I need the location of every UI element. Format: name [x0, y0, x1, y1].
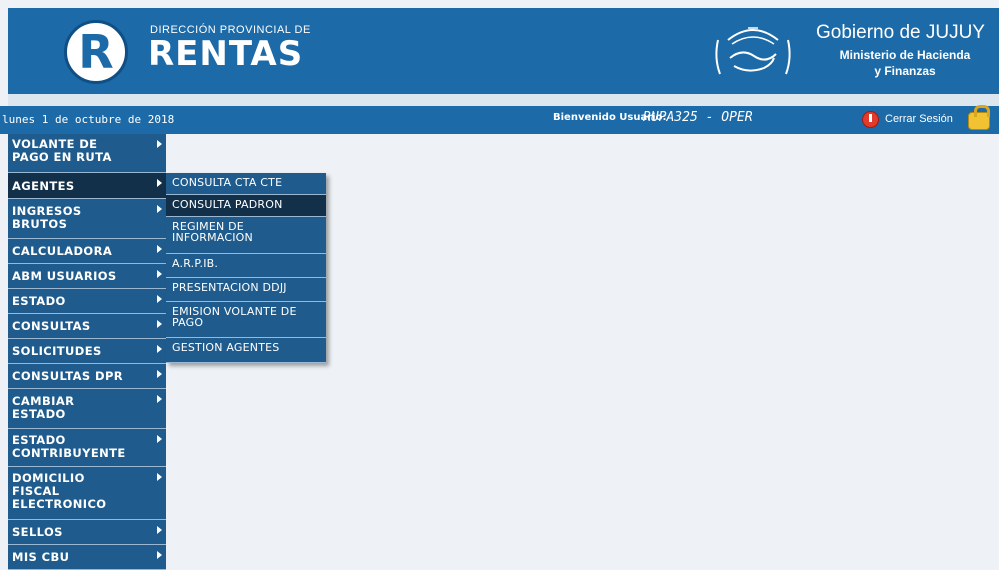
sidebar-item-sellos[interactable]: SELLOS — [8, 520, 166, 545]
power-off-icon[interactable] — [862, 111, 879, 128]
sidebar-item-label: CALCULADORA — [12, 244, 113, 258]
sidebar-item-label: ABM USUARIOS — [12, 269, 117, 283]
sidebar-item-label: CONSULTAS — [12, 319, 91, 333]
rentas-logo-letter: R — [78, 25, 114, 79]
chevron-right-icon — [157, 345, 162, 353]
sidebar-item-estado[interactable]: ESTADO — [8, 289, 166, 314]
sidebar-item-estado-contribuyente[interactable]: ESTADO CONTRIBUYENTE — [8, 429, 166, 467]
status-bar: lunes 1 de octubre de 2018 Bienvenido Us… — [0, 105, 999, 134]
sidebar-item-solicitudes[interactable]: SOLICITUDES — [8, 339, 166, 364]
chevron-right-icon — [157, 370, 162, 378]
chevron-right-icon — [157, 245, 162, 253]
logout-link[interactable]: Cerrar Sesión — [885, 113, 953, 125]
sidebar-item-domicilio-fiscal-electronico[interactable]: DOMICILIO FISCAL ELECTRONICO — [8, 467, 166, 520]
sidebar-item-label: CONSULTAS DPR — [12, 369, 124, 383]
sidebar-item-ingresos-brutos[interactable]: INGRESOS BRUTOS — [8, 199, 166, 239]
sidebar-item-label: SOLICITUDES — [12, 344, 102, 358]
sidebar-item-label: VOLANTE DE PAGO EN RUTA — [12, 137, 112, 164]
sidebar-item-abm-usuarios[interactable]: ABM USUARIOS — [8, 264, 166, 289]
submenu-item-presentacion-ddjj[interactable]: PRESENTACION DDJJ — [166, 278, 326, 302]
ministry-line-1: Ministerio de Hacienda — [839, 48, 971, 62]
chevron-right-icon — [157, 205, 162, 213]
submenu-item-label: EMISION VOLANTE DE PAGO — [172, 305, 297, 329]
sidebar-menu: VOLANTE DE PAGO EN RUTA AGENTES INGRESOS… — [8, 134, 166, 570]
sidebar-item-consultas-dpr[interactable]: CONSULTAS DPR — [8, 364, 166, 389]
sidebar-item-consultas[interactable]: CONSULTAS — [8, 314, 166, 339]
sidebar-item-mis-cbu[interactable]: MIS CBU — [8, 545, 166, 570]
welcome-username: RUPA325 - OPER — [643, 110, 753, 125]
sidebar-item-label: MIS CBU — [12, 550, 70, 564]
government-title: Gobierno de JUJUY — [816, 22, 985, 43]
sidebar-item-label: ESTADO — [12, 294, 66, 308]
sidebar-item-cambiar-estado[interactable]: CAMBIAR ESTADO — [8, 389, 166, 429]
chevron-right-icon — [157, 320, 162, 328]
chevron-right-icon — [157, 395, 162, 403]
sidebar-item-calculadora[interactable]: CALCULADORA — [8, 239, 166, 264]
submenu-item-consulta-cta-cte[interactable]: CONSULTA CTA CTE — [166, 173, 326, 195]
sidebar-item-label: INGRESOS BRUTOS — [12, 204, 82, 231]
sidebar-item-label: CAMBIAR ESTADO — [12, 394, 75, 421]
submenu-item-arpib[interactable]: A.R.P.IB. — [166, 254, 326, 278]
ministry-line-2: y Finanzas — [874, 64, 936, 78]
site-header: R DIRECCIÓN PROVINCIAL DE RENTAS Gobiern… — [8, 8, 999, 94]
submenu-item-label: REGIMEN DE INFORMACION — [172, 220, 253, 244]
submenu-item-emision-volante-de-pago[interactable]: EMISION VOLANTE DE PAGO — [166, 302, 326, 338]
chevron-right-icon — [157, 270, 162, 278]
submenu-item-gestion-agentes[interactable]: GESTION AGENTES — [166, 338, 326, 363]
sidebar-item-label: ESTADO CONTRIBUYENTE — [12, 433, 126, 460]
agentes-submenu: CONSULTA CTA CTE CONSULTA PADRON REGIMEN… — [166, 173, 326, 363]
chevron-right-icon — [157, 295, 162, 303]
sidebar-item-label: SELLOS — [12, 525, 63, 539]
handshake-emblem-icon — [715, 27, 791, 75]
chevron-right-icon — [157, 551, 162, 559]
chevron-right-icon — [157, 526, 162, 534]
sidebar-item-label: DOMICILIO FISCAL ELECTRONICO — [12, 471, 107, 511]
sidebar-item-agentes[interactable]: AGENTES — [8, 173, 166, 199]
chevron-right-icon — [157, 179, 162, 187]
submenu-item-regimen-de-informacion[interactable]: REGIMEN DE INFORMACION — [166, 217, 326, 254]
submenu-item-consulta-padron[interactable]: CONSULTA PADRON — [166, 195, 326, 217]
chevron-right-icon — [157, 473, 162, 481]
current-date: lunes 1 de octubre de 2018 — [2, 113, 175, 126]
brand-title: RENTAS — [148, 34, 304, 74]
sidebar-item-volante-de-pago-en-ruta[interactable]: VOLANTE DE PAGO EN RUTA — [8, 134, 166, 173]
chevron-right-icon — [157, 435, 162, 443]
rentas-logo: R — [64, 20, 128, 84]
header-divider — [8, 94, 999, 106]
chevron-right-icon — [157, 140, 162, 148]
sidebar-item-label: AGENTES — [12, 179, 75, 193]
lock-icon[interactable] — [968, 105, 990, 130]
